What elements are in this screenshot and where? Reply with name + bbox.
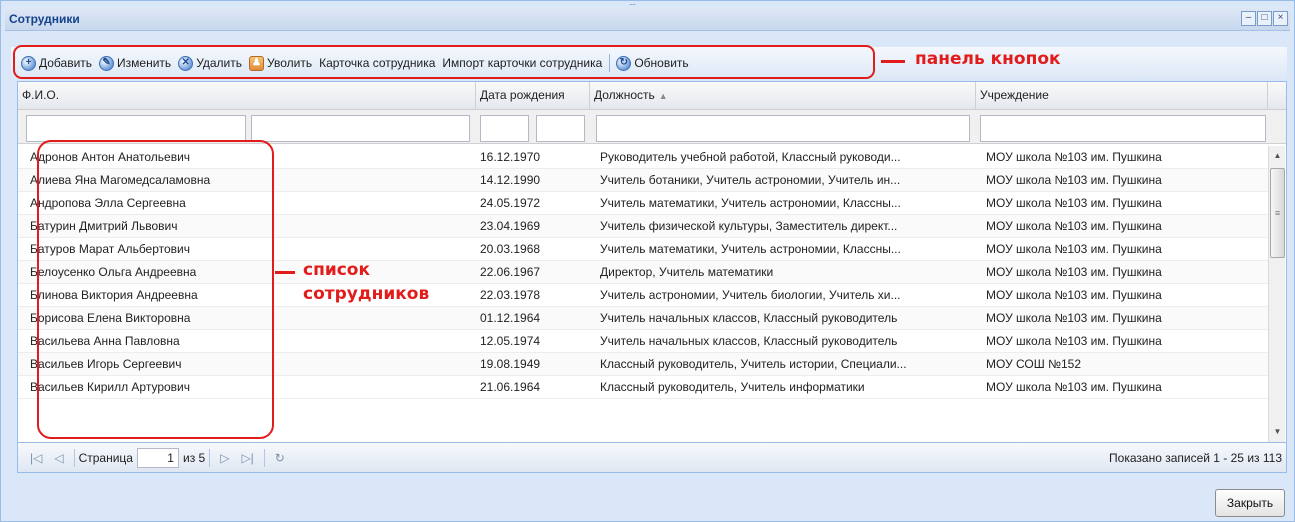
cell-institution: МОУ школа №103 им. Пушкина: [986, 311, 1162, 325]
reload-icon[interactable]: ↻: [275, 451, 285, 465]
filter-name-1[interactable]: [26, 115, 246, 142]
cell-birthdate: 14.12.1990: [480, 173, 541, 187]
employee-list-highlight: [37, 140, 274, 439]
list-annotation-line: [275, 271, 295, 274]
filter-birthdate-to[interactable]: [536, 115, 585, 142]
toolbar-annotation: панель кнопок: [915, 49, 1061, 69]
list-annotation-line1: список: [303, 260, 371, 280]
cell-position: Классный руководитель, Учитель истории, …: [600, 357, 907, 371]
page-label: Страница: [78, 450, 133, 465]
cell-position: Руководитель учебной работой, Классный р…: [600, 150, 901, 164]
grid-header: Ф.И.О. Дата рождения Должность ▲ Учрежден…: [18, 82, 1286, 110]
toolbar-annotation-line: [881, 60, 905, 63]
window-controls: – □ ×: [1241, 11, 1288, 26]
cell-position: Учитель математики, Учитель астрономии, …: [600, 196, 901, 210]
toolbar-highlight: [13, 45, 875, 79]
cell-position: Учитель ботаники, Учитель астрономии, Уч…: [600, 173, 901, 187]
close-icon[interactable]: ×: [1273, 11, 1288, 26]
paging-toolbar: |◁ ◁ Страница 1 из 5 ▷ ▷| ↻ Показано зап…: [17, 443, 1287, 473]
column-header-birthdate[interactable]: Дата рождения: [476, 82, 590, 110]
cell-position: Директор, Учитель математики: [600, 265, 774, 279]
cell-birthdate: 22.03.1978: [480, 288, 541, 302]
pager-separator: [209, 448, 211, 467]
maximize-icon[interactable]: □: [1257, 11, 1272, 26]
column-header-name[interactable]: Ф.И.О.: [18, 82, 476, 110]
cell-position: Учитель начальных классов, Классный руко…: [600, 311, 898, 325]
scroll-down-icon[interactable]: ▼: [1271, 425, 1284, 439]
cell-position: Учитель математики, Учитель астрономии, …: [600, 242, 901, 256]
prev-page-icon[interactable]: ◁: [54, 451, 63, 465]
cell-institution: МОУ школа №103 им. Пушкина: [986, 242, 1162, 256]
cell-birthdate: 20.03.1968: [480, 242, 541, 256]
filter-position[interactable]: [596, 115, 970, 142]
cell-birthdate: 23.04.1969: [480, 219, 541, 233]
cell-institution: МОУ школа №103 им. Пушкина: [986, 150, 1162, 164]
pager-separator: [263, 448, 265, 467]
cell-birthdate: 24.05.1972: [480, 196, 541, 210]
cell-position: Учитель астрономии, Учитель биологии, Уч…: [600, 288, 901, 302]
scrollbar-thumb[interactable]: ≡: [1270, 168, 1285, 258]
column-header-position[interactable]: Должность ▲: [590, 82, 976, 110]
cell-birthdate: 01.12.1964: [480, 311, 541, 325]
cell-institution: МОУ СОШ №152: [986, 357, 1081, 371]
page-number-input[interactable]: 1: [136, 447, 179, 468]
window-title: Сотрудники: [9, 12, 80, 26]
cell-position: Учитель начальных классов, Классный руко…: [600, 334, 898, 348]
cell-birthdate: 21.06.1964: [480, 380, 541, 394]
cell-birthdate: 16.12.1970: [480, 150, 541, 164]
cell-birthdate: 12.05.1974: [480, 334, 541, 348]
cell-institution: МОУ школа №103 им. Пушкина: [986, 196, 1162, 210]
sort-ascending-icon: ▲: [658, 91, 668, 101]
filter-birthdate-from[interactable]: [480, 115, 529, 142]
first-page-icon[interactable]: |◁: [30, 451, 42, 465]
employees-window: :::: Сотрудники – □ × + Добавить ✎ Измен…: [0, 0, 1295, 522]
page-count: из 5: [182, 450, 206, 465]
filter-row: [18, 110, 1286, 144]
cell-institution: МОУ школа №103 им. Пушкина: [986, 380, 1162, 394]
next-page-icon[interactable]: ▷: [220, 451, 229, 465]
column-header-institution[interactable]: Учреждение: [976, 82, 1268, 110]
last-page-icon[interactable]: ▷|: [241, 451, 253, 465]
minimize-icon[interactable]: –: [1241, 11, 1256, 26]
pager-separator: [73, 448, 75, 467]
list-annotation-line2: сотрудников: [303, 284, 430, 304]
scroll-up-icon[interactable]: ▲: [1271, 149, 1284, 163]
close-button[interactable]: Закрыть: [1215, 489, 1285, 517]
cell-birthdate: 22.06.1967: [480, 265, 541, 279]
cell-institution: МОУ школа №103 им. Пушкина: [986, 265, 1162, 279]
cell-institution: МОУ школа №103 им. Пушкина: [986, 288, 1162, 302]
filter-institution[interactable]: [980, 115, 1266, 142]
vertical-scrollbar[interactable]: ▲ ≡ ▼: [1268, 146, 1285, 442]
filter-name-2[interactable]: [251, 115, 470, 142]
window-titlebar: Сотрудники – □ ×: [5, 7, 1290, 31]
records-info: Показано записей 1 - 25 из 113: [1109, 451, 1282, 465]
cell-institution: МОУ школа №103 им. Пушкина: [986, 334, 1162, 348]
cell-institution: МОУ школа №103 им. Пушкина: [986, 219, 1162, 233]
cell-position: Классный руководитель, Учитель информати…: [600, 380, 865, 394]
cell-birthdate: 19.08.1949: [480, 357, 541, 371]
cell-position: Учитель физической культуры, Заместитель…: [600, 219, 898, 233]
cell-institution: МОУ школа №103 им. Пушкина: [986, 173, 1162, 187]
